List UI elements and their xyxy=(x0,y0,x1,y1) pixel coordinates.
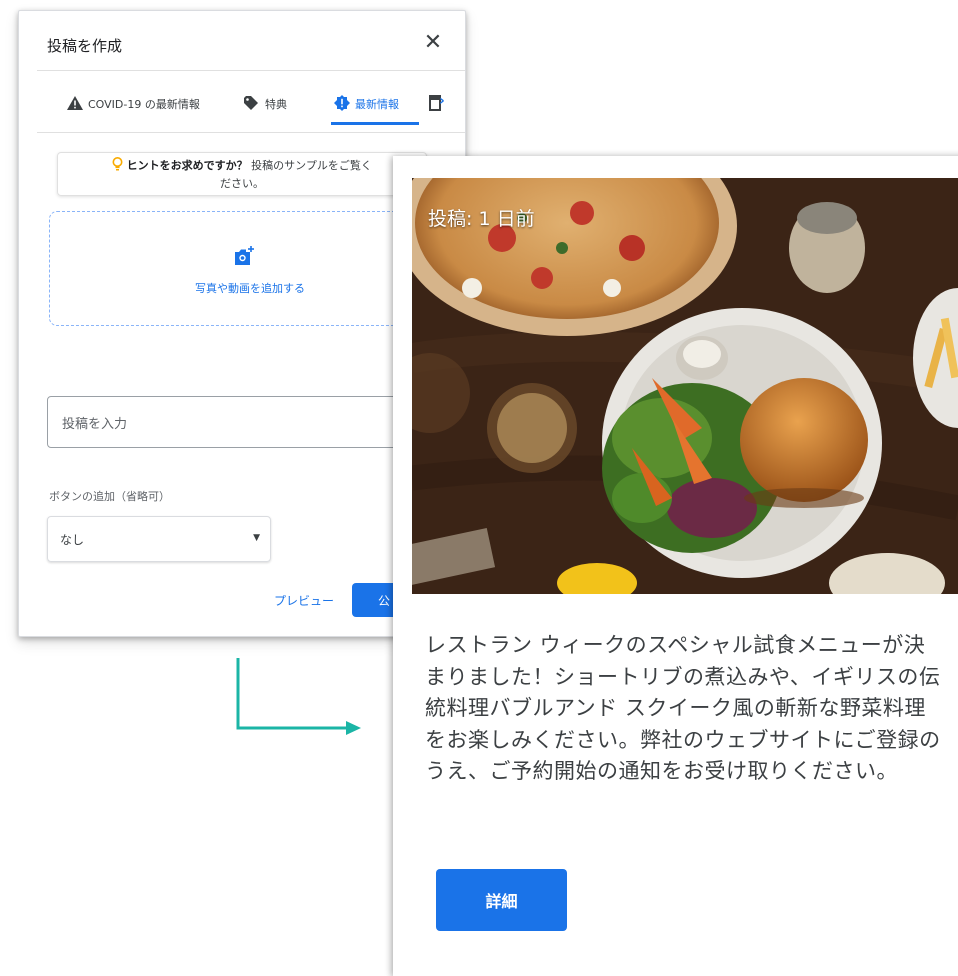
hint-sample-link[interactable]: 投稿のサンプルをご覧く xyxy=(251,159,372,172)
warning-icon xyxy=(67,95,83,113)
lightbulb-icon xyxy=(112,157,127,172)
post-text-input[interactable]: 投稿を入力 xyxy=(47,396,447,448)
tab-updates[interactable]: 最新情報 xyxy=(334,89,399,119)
tab-label: COVID-19 の最新情報 xyxy=(88,98,200,111)
post-time-label: 投稿: 1 日前 xyxy=(428,208,535,230)
hint-title: ヒントをお求めですか？ xyxy=(126,159,248,172)
add-button-label: ボタンの追加（省略可） xyxy=(49,490,170,503)
tab-covid-19[interactable]: COVID-19 の最新情報 xyxy=(67,89,200,119)
post-preview-card: 投稿: 1 日前 レストラン ウィークのスペシャル試食メニューが決まりました！シ… xyxy=(393,156,958,976)
hint-text-cont: ださい。 xyxy=(220,177,264,190)
update-badge-icon xyxy=(334,94,350,114)
food-photo-image xyxy=(412,178,958,594)
tab-label: 最新情報 xyxy=(355,98,399,111)
chevron-right-icon[interactable]: › xyxy=(439,93,445,109)
divider xyxy=(37,70,465,71)
add-media-label: 写真や動画を追加する xyxy=(195,282,305,295)
active-tab-indicator xyxy=(331,122,419,125)
add-media-dropzone[interactable]: 写真や動画を追加する xyxy=(49,211,449,326)
dialog-title: 投稿を作成 xyxy=(47,37,123,55)
tab-label: 特典 xyxy=(265,98,287,111)
preview-button[interactable]: プレビュー xyxy=(274,592,334,609)
post-input-placeholder: 投稿を入力 xyxy=(62,416,128,432)
details-button-label: 詳細 xyxy=(485,892,518,911)
add-photo-icon xyxy=(233,246,255,268)
details-button[interactable]: 詳細 xyxy=(436,869,567,931)
caret-down-icon: ▼ xyxy=(253,533,260,543)
post-body-text: レストラン ウィークのスペシャル試食メニューが決まりました！ショートリブの煮込み… xyxy=(425,633,941,783)
hint-banner: ヒントをお求めですか？ 投稿のサンプルをご覧く ださい。 xyxy=(57,152,427,196)
divider xyxy=(37,132,465,133)
tag-icon xyxy=(244,95,260,113)
post-photo: 投稿: 1 日前 xyxy=(412,178,958,594)
button-type-select[interactable]: なし ▼ xyxy=(47,516,271,562)
select-value: なし xyxy=(60,532,85,547)
close-icon[interactable]: ✕ xyxy=(419,29,447,57)
publish-label: 公 xyxy=(378,593,391,608)
tab-offer[interactable]: 特典 xyxy=(244,89,287,119)
